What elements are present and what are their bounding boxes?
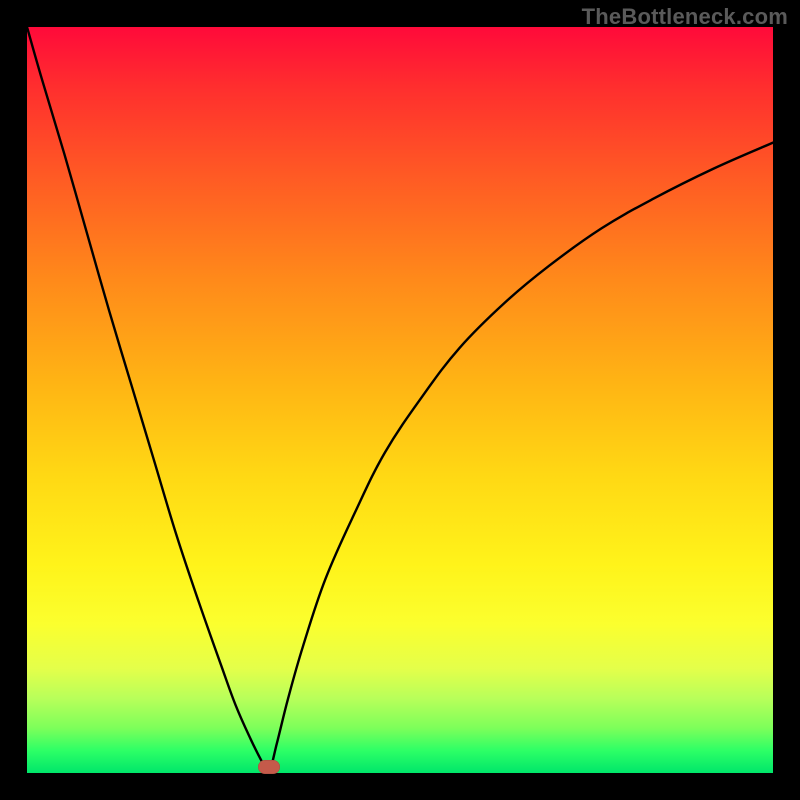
bottleneck-marker xyxy=(258,760,280,774)
chart-frame: TheBottleneck.com xyxy=(0,0,800,800)
bottleneck-curve xyxy=(27,27,773,773)
plot-area xyxy=(27,27,773,773)
curve-path xyxy=(27,27,773,773)
